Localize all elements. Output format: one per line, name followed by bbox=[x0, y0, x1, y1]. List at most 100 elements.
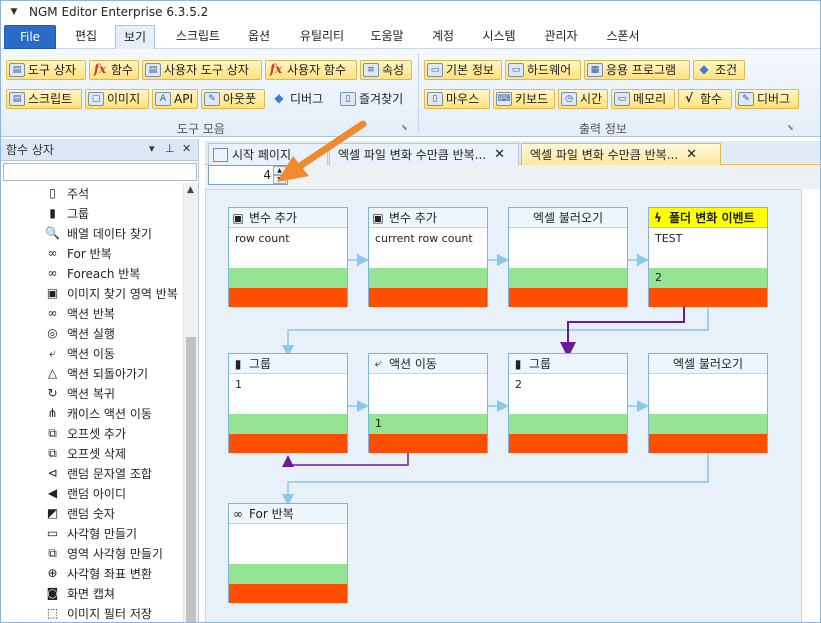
flow-node-fail-port[interactable] bbox=[229, 288, 347, 307]
flow-node[interactable]: ▣ 변수 추가 row count bbox=[228, 207, 348, 307]
tree-item[interactable]: ⊲ 랜덤 문자열 조합 bbox=[45, 463, 151, 483]
menu-tab-options[interactable]: 옵션 bbox=[239, 25, 279, 49]
mouse-button[interactable]: ▯ 마우스 bbox=[424, 89, 490, 109]
tree-item[interactable]: ▯ 주석 bbox=[45, 183, 89, 203]
flow-node[interactable]: 엑셀 불러오기 bbox=[648, 353, 768, 453]
flow-node-success-port[interactable]: 1 bbox=[369, 414, 487, 434]
image-button[interactable]: ▢ 이미지 bbox=[85, 89, 149, 109]
user-function-button[interactable]: fx 사용자 함수 bbox=[265, 60, 357, 80]
menu-tab-utility[interactable]: 유틸리티 bbox=[289, 25, 355, 49]
output-button[interactable]: ✎ 아웃풋 bbox=[201, 89, 265, 109]
menu-tab-file[interactable]: File bbox=[4, 25, 56, 49]
flow-node-fail-port[interactable] bbox=[509, 288, 627, 307]
flow-node-success-port[interactable] bbox=[229, 414, 347, 434]
flow-node[interactable]: ⤶ 액션 이동 1 bbox=[368, 353, 488, 453]
flow-node-success-port[interactable] bbox=[229, 564, 347, 584]
menu-tab-script[interactable]: 스크립트 bbox=[165, 25, 231, 49]
tree-item[interactable]: ▮ 그룹 bbox=[45, 203, 89, 223]
menu-tab-account[interactable]: 계정 bbox=[421, 25, 465, 49]
panel-dropdown-icon[interactable]: ▾ bbox=[149, 142, 155, 155]
tree-item[interactable]: ◙ 화면 캡쳐 bbox=[45, 583, 115, 603]
panel-close-icon[interactable]: ✕ bbox=[182, 142, 191, 155]
flow-node-fail-port[interactable] bbox=[229, 584, 347, 603]
basic-info-button[interactable]: ▭ 기본 정보 bbox=[424, 60, 502, 80]
menu-tab-edit[interactable]: 편집 bbox=[63, 25, 109, 49]
panel-pin-icon[interactable]: ⊥ bbox=[165, 142, 175, 155]
flow-node[interactable]: ▮ 그룹 1 bbox=[228, 353, 348, 453]
application-icon: ▦ bbox=[587, 63, 603, 77]
flow-node-success-port[interactable] bbox=[509, 414, 627, 434]
api-button[interactable]: A API bbox=[152, 89, 198, 109]
properties-button[interactable]: ≡ 속성 bbox=[360, 60, 412, 80]
menu-tab-system[interactable]: 시스템 bbox=[471, 25, 527, 49]
application-button[interactable]: ▦ 응용 프로그램 bbox=[584, 60, 690, 80]
tree-item[interactable]: 🔍 배열 데이타 찾기 bbox=[45, 223, 152, 243]
flow-node-fail-port[interactable] bbox=[229, 434, 347, 453]
toolbox-label: 도구 상자 bbox=[28, 63, 76, 77]
flow-node[interactable]: ▣ 변수 추가 current row count bbox=[368, 207, 488, 307]
tree-item[interactable]: ↻ 액션 복귀 bbox=[45, 383, 115, 403]
tool-group-launcher-icon[interactable]: ⬊ bbox=[401, 123, 408, 132]
close-icon[interactable]: ✕ bbox=[686, 147, 697, 162]
tree-item[interactable]: ◀ 랜덤 아이디 bbox=[45, 483, 126, 503]
tree-item[interactable]: ⤶ 액션 이동 bbox=[45, 343, 115, 363]
close-icon[interactable]: ✕ bbox=[494, 147, 505, 162]
flow-node-fail-port[interactable] bbox=[509, 434, 627, 453]
tree-item[interactable]: ⊕ 사각형 좌표 변환 bbox=[45, 563, 151, 583]
toolbox-button[interactable]: ▤ 도구 상자 bbox=[6, 60, 86, 80]
menu-tab-admin[interactable]: 관리자 bbox=[533, 25, 589, 49]
hardware-button[interactable]: ▭ 하드웨어 bbox=[505, 60, 581, 80]
tree-item[interactable]: ▭ 사각형 만들기 bbox=[45, 523, 137, 543]
flow-node-success-port[interactable]: 2 bbox=[649, 268, 767, 288]
flow-node-header: ▣ 변수 추가 bbox=[229, 208, 347, 228]
flow-node[interactable]: ▮ 그룹 2 bbox=[508, 353, 628, 453]
keyboard-button[interactable]: ⌨ 키보드 bbox=[493, 89, 555, 109]
user-toolbox-button[interactable]: ▤ 사용자 도구 상자 bbox=[142, 60, 262, 80]
output-group-launcher-icon[interactable]: ⬊ bbox=[787, 123, 794, 132]
scroll-up-icon[interactable]: ▲ bbox=[187, 185, 194, 195]
flow-node-fail-port[interactable] bbox=[369, 434, 487, 453]
condition-button[interactable]: ◆ 조건 bbox=[693, 60, 745, 80]
flow-node[interactable]: ∞ For 반복 bbox=[228, 503, 348, 603]
flow-node-success-port[interactable] bbox=[369, 268, 487, 288]
flow-node-fail-port[interactable] bbox=[369, 288, 487, 307]
flow-node[interactable]: ϟ 폴더 변화 이벤트 TEST 2 bbox=[648, 207, 768, 307]
tree-item[interactable]: ⧉ 오프셋 추가 bbox=[45, 423, 126, 443]
menu-tab-view[interactable]: 보기 bbox=[115, 25, 155, 49]
tree-item[interactable]: ⧉ 오프셋 삭제 bbox=[45, 443, 126, 463]
flow-node-fail-port[interactable] bbox=[649, 434, 767, 453]
tree-item[interactable]: △ 액션 되돌아가기 bbox=[45, 363, 148, 383]
page-spinner-value[interactable]: 4 bbox=[263, 168, 271, 182]
system-menu-icon[interactable]: ▼ bbox=[5, 7, 23, 17]
menu-tab-sponsor[interactable]: 스폰서 bbox=[595, 25, 651, 49]
time-button[interactable]: ◷ 시간 bbox=[558, 89, 608, 109]
output-debug-button[interactable]: ✎ 디버그 bbox=[735, 89, 799, 109]
function-tree-scrollbar[interactable]: ▲ bbox=[183, 183, 198, 622]
favorites-button[interactable]: ▯ 즐겨찾기 bbox=[337, 89, 413, 109]
flow-node-fail-port[interactable] bbox=[649, 288, 767, 307]
tree-item[interactable]: ⬚ 이미지 필터 저장 bbox=[45, 603, 152, 622]
tab-excel-loop-2[interactable]: 엑셀 파일 변화 수만큼 반복... ✕ bbox=[521, 143, 721, 165]
tree-item[interactable]: ▣ 이미지 찾기 영역 반복 bbox=[45, 283, 178, 303]
menu-tab-help[interactable]: 도움말 bbox=[361, 25, 413, 49]
tree-item[interactable]: ⧉ 영역 사각형 만들기 bbox=[45, 543, 163, 563]
ribbon: ▤ 도구 상자 fx 함수 ▤ 사용자 도구 상자 fx 사용자 함수 ≡ 속성… bbox=[1, 49, 820, 137]
flow-node-success-port[interactable] bbox=[649, 414, 767, 434]
tree-item[interactable]: ⋔ 캐이스 액션 이동 bbox=[45, 403, 151, 423]
output-function-button[interactable]: √ 함수 bbox=[678, 89, 732, 109]
script-button[interactable]: ▤ 스크립트 bbox=[6, 89, 82, 109]
tree-item[interactable]: ∞ Foreach 반복 bbox=[45, 263, 141, 283]
memory-button[interactable]: ▭ 메모리 bbox=[611, 89, 675, 109]
flow-node-success-port[interactable] bbox=[229, 268, 347, 288]
debug-view-button[interactable]: ◆ 디버그 bbox=[268, 89, 332, 109]
tree-item[interactable]: ◎ 액션 실행 bbox=[45, 323, 115, 343]
flow-node-success-port[interactable] bbox=[509, 268, 627, 288]
flow-node[interactable]: 엑셀 불러오기 bbox=[508, 207, 628, 307]
keyboard-icon: ⌨ bbox=[496, 92, 512, 106]
function-search-input[interactable] bbox=[3, 163, 197, 181]
function-button[interactable]: fx 함수 bbox=[89, 60, 139, 80]
scroll-thumb[interactable] bbox=[186, 337, 196, 622]
tree-item[interactable]: ∞ 액션 반복 bbox=[45, 303, 115, 323]
tree-item[interactable]: ◩ 랜덤 숫자 bbox=[45, 503, 115, 523]
tree-item[interactable]: ∞ For 반복 bbox=[45, 243, 112, 263]
